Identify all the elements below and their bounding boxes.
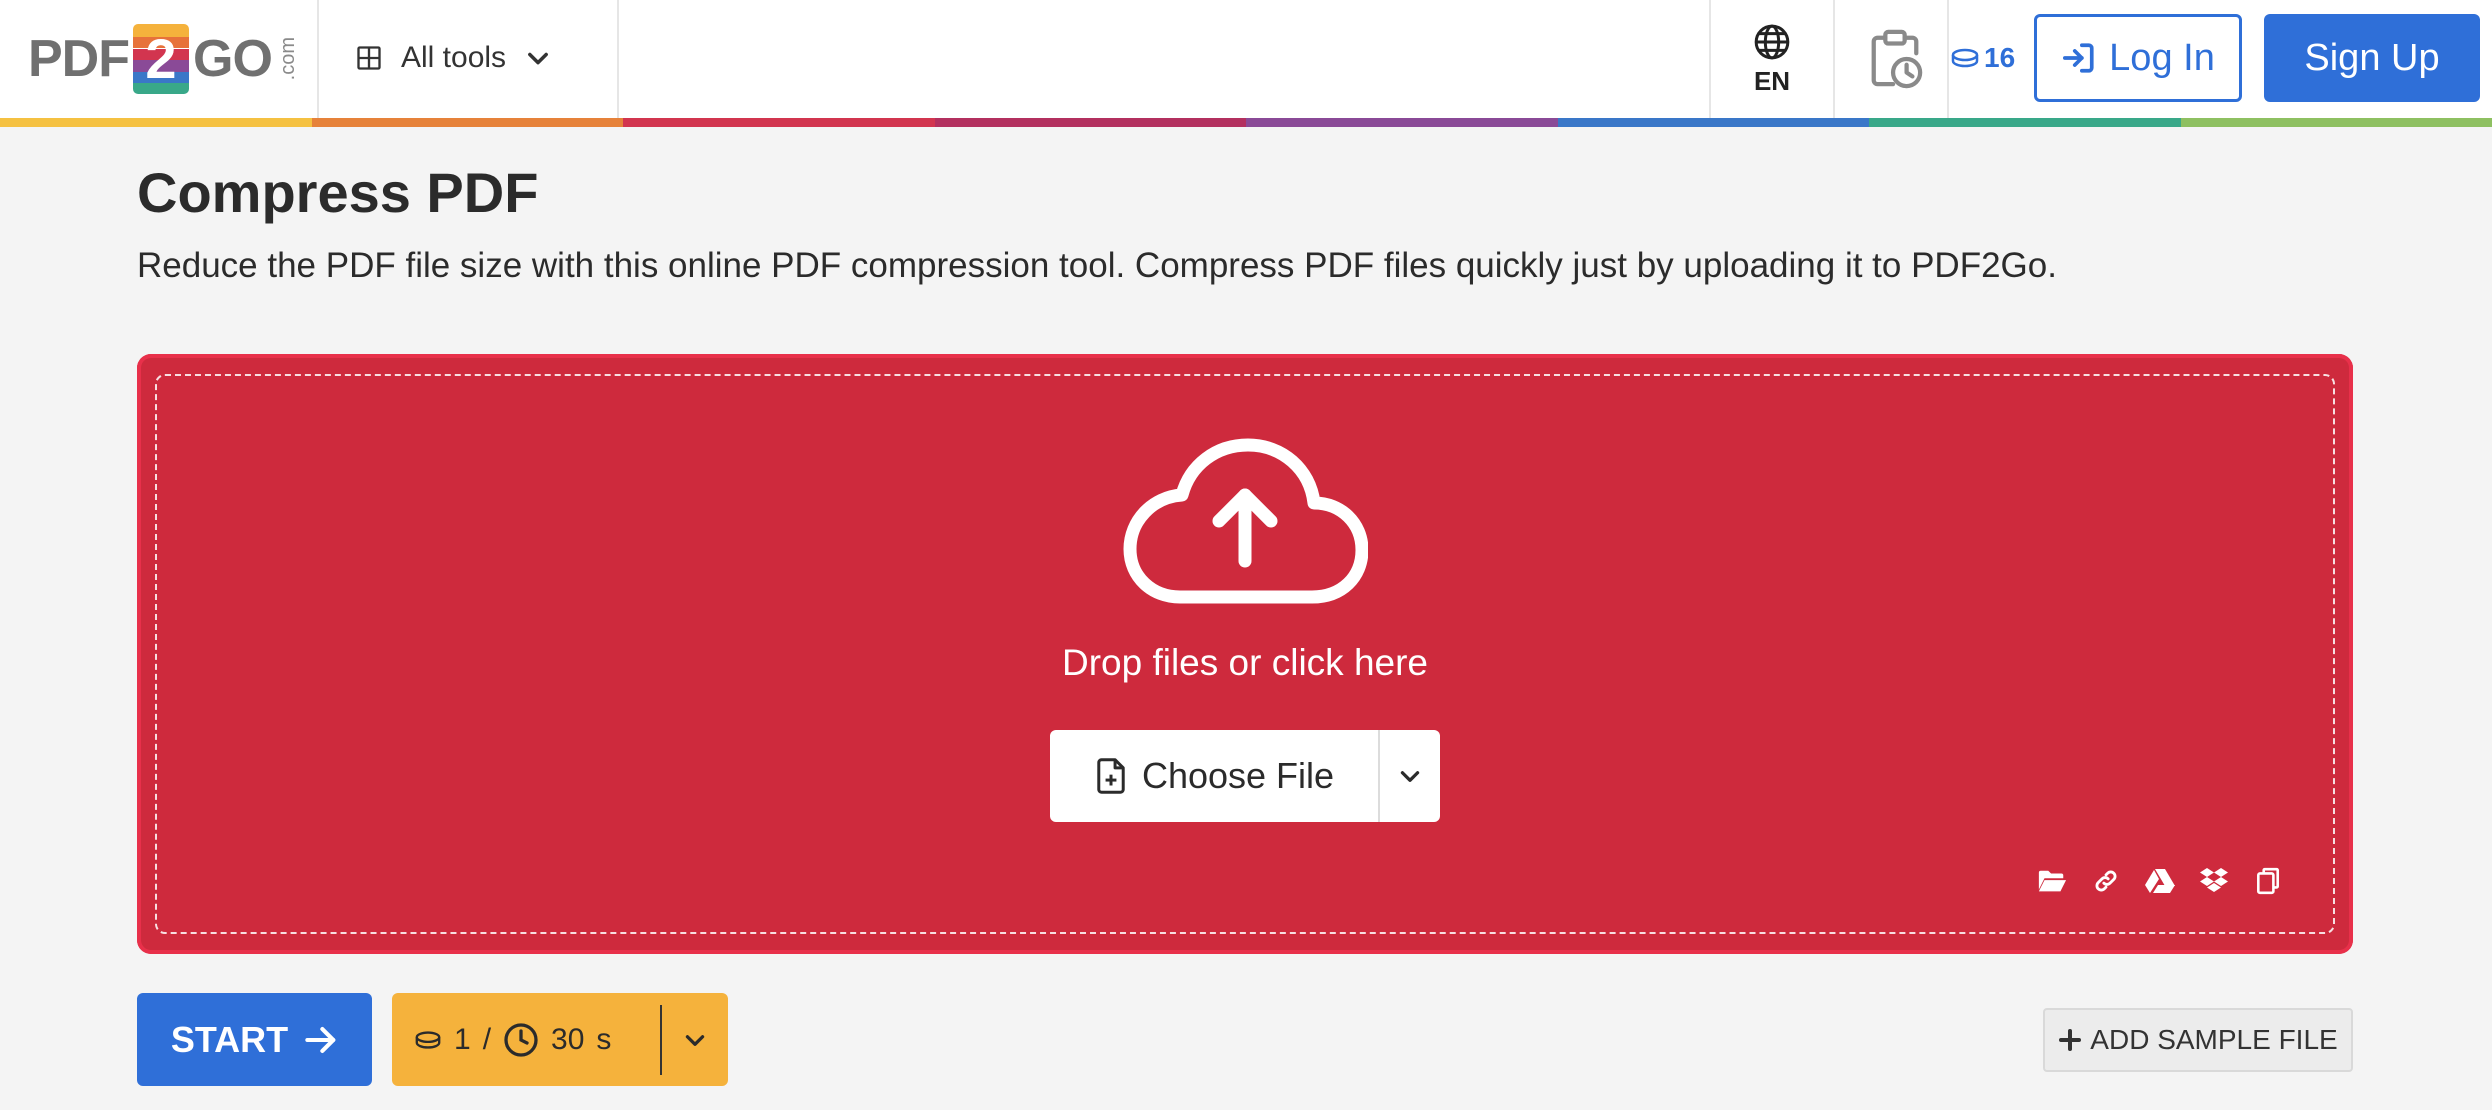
start-button[interactable]: START — [137, 993, 372, 1086]
logo-text-com: .com — [276, 37, 299, 81]
login-label: Log In — [2109, 36, 2215, 79]
link-icon[interactable] — [2091, 866, 2121, 896]
logo-two-badge: 2 — [133, 24, 189, 94]
cost-info[interactable]: 1 / 30 s — [392, 1022, 660, 1058]
color-bar-segment — [2180, 118, 2492, 127]
clipboard-clock-icon — [1866, 28, 1924, 90]
signup-label: Sign Up — [2304, 36, 2440, 79]
header-divider — [617, 0, 619, 118]
cost-time: 30 — [551, 1022, 585, 1056]
dropbox-icon[interactable] — [2199, 866, 2229, 896]
logo-text-two: 2 — [145, 27, 177, 90]
add-sample-file-button[interactable]: ADD SAMPLE FILE — [2043, 1008, 2353, 1072]
all-tools-label: All tools — [401, 41, 507, 74]
sign-in-icon — [2061, 41, 2097, 75]
page-description: Reduce the PDF file size with this onlin… — [137, 246, 2057, 285]
credits-count: 16 — [1984, 42, 2016, 73]
login-button[interactable]: Log In — [2034, 14, 2242, 102]
logo-text-pdf: PDF — [28, 30, 130, 88]
chevron-down-icon — [1397, 763, 1423, 789]
upload-source-icons — [2037, 866, 2283, 896]
clipboard-icon[interactable] — [2253, 866, 2283, 896]
cost-credits: 1 — [454, 1022, 471, 1056]
header-divider — [1709, 0, 1711, 118]
header-divider — [1947, 0, 1949, 118]
clock-icon — [503, 1022, 539, 1058]
cost-dropdown[interactable] — [662, 1027, 728, 1053]
coin-icon — [414, 1029, 442, 1051]
language-code: EN — [1753, 65, 1791, 96]
color-bar-segment — [0, 118, 312, 127]
color-bar-segment — [623, 118, 935, 127]
page-title: Compress PDF — [137, 161, 539, 224]
file-dropzone[interactable]: Drop files or click here Choose File — [137, 354, 2353, 954]
header-divider — [1833, 0, 1835, 118]
color-bar-segment — [934, 118, 1246, 127]
cost-time-unit: s — [596, 1022, 612, 1056]
logo-text-go: GO — [193, 30, 273, 88]
header-color-bar — [0, 118, 2492, 127]
conversion-cost-indicator: 1 / 30 s — [392, 993, 728, 1086]
color-bar-segment — [1869, 118, 2181, 127]
cost-separator: / — [482, 1022, 492, 1056]
google-drive-icon[interactable] — [2145, 866, 2175, 896]
plus-icon — [2058, 1028, 2082, 1052]
signup-button[interactable]: Sign Up — [2264, 14, 2480, 102]
folder-icon[interactable] — [2037, 866, 2067, 896]
credits-indicator[interactable]: 16 — [1950, 36, 2015, 80]
choose-file-button[interactable]: Choose File — [1050, 730, 1378, 822]
grid-icon — [355, 44, 383, 72]
globe-icon — [1752, 22, 1792, 62]
start-label: START — [170, 1018, 289, 1060]
pdf2go-logo[interactable]: PDF 2 GO .com — [28, 20, 299, 98]
language-selector[interactable]: EN — [1712, 18, 1832, 100]
dropzone-prompt: Drop files or click here — [1061, 642, 1428, 683]
chevron-down-icon — [524, 44, 552, 72]
choose-file-label: Choose File — [1141, 755, 1335, 796]
color-bar-segment — [311, 118, 623, 127]
all-tools-menu[interactable]: All tools — [355, 30, 552, 86]
chevron-down-icon — [682, 1027, 708, 1053]
color-bar-segment — [1557, 118, 1869, 127]
arrow-right-icon — [304, 1025, 338, 1055]
coin-icon — [1950, 47, 1980, 69]
top-header: PDF 2 GO .com All tools EN 16 Log In Sig… — [0, 0, 2492, 118]
cloud-upload-icon — [1122, 437, 1368, 607]
file-add-icon — [1094, 757, 1128, 795]
choose-file-control: Choose File — [1050, 730, 1440, 822]
header-divider — [317, 0, 319, 118]
choose-file-dropdown[interactable] — [1380, 730, 1440, 822]
history-button[interactable] — [1860, 24, 1930, 94]
color-bar-segment — [1246, 118, 1558, 127]
add-sample-label: ADD SAMPLE FILE — [2090, 1024, 2338, 1055]
